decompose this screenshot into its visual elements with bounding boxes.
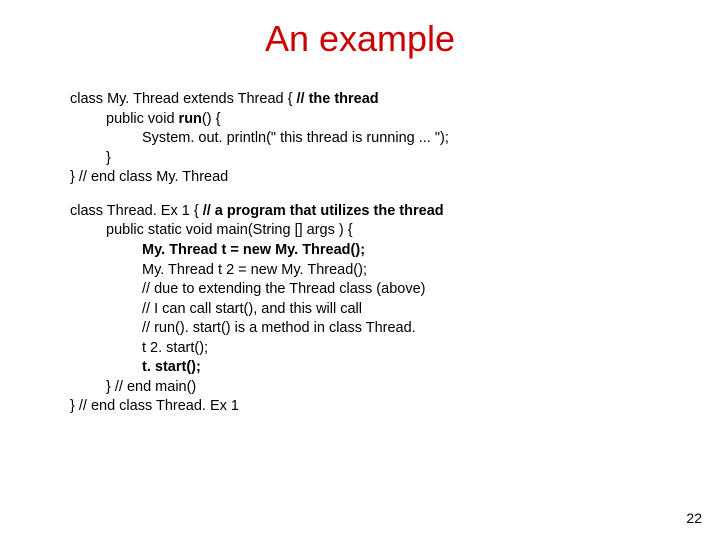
- code-line: public void run() {: [70, 110, 680, 130]
- code-line: My. Thread t 2 = new My. Thread();: [70, 261, 680, 281]
- code-line: t 2. start();: [70, 339, 680, 359]
- code-content: class My. Thread extends Thread { // the…: [0, 90, 720, 417]
- code-line: } // end main(): [70, 378, 680, 398]
- code-line: } // end class My. Thread: [70, 168, 680, 188]
- code-line: My. Thread t = new My. Thread();: [70, 241, 680, 261]
- code-line: class My. Thread extends Thread { // the…: [70, 90, 680, 110]
- code-text: class My. Thread extends Thread {: [70, 91, 296, 107]
- code-text: class Thread. Ex 1 {: [70, 203, 203, 219]
- code-keyword: run: [179, 111, 202, 127]
- slide-title: An example: [0, 0, 720, 90]
- code-line: // I can call start(), and this will cal…: [70, 300, 680, 320]
- code-line: public static void main(String [] args )…: [70, 221, 680, 241]
- code-line: System. out. println(" this thread is ru…: [70, 129, 680, 149]
- page-number: 22: [686, 510, 702, 526]
- code-text: public void: [106, 111, 179, 127]
- code-line: class Thread. Ex 1 { // a program that u…: [70, 202, 680, 222]
- code-text: }: [70, 398, 79, 414]
- code-comment: // end class Thread. Ex 1: [79, 398, 239, 414]
- code-line: // due to extending the Thread class (ab…: [70, 280, 680, 300]
- code-comment: // the thread: [296, 91, 378, 107]
- spacer: [70, 188, 680, 202]
- code-comment: // a program that utilizes the thread: [203, 203, 444, 219]
- code-line: }: [70, 149, 680, 169]
- code-line: // run(). start() is a method in class T…: [70, 319, 680, 339]
- code-line: t. start();: [70, 358, 680, 378]
- code-text: () {: [202, 111, 221, 127]
- code-line: } // end class Thread. Ex 1: [70, 397, 680, 417]
